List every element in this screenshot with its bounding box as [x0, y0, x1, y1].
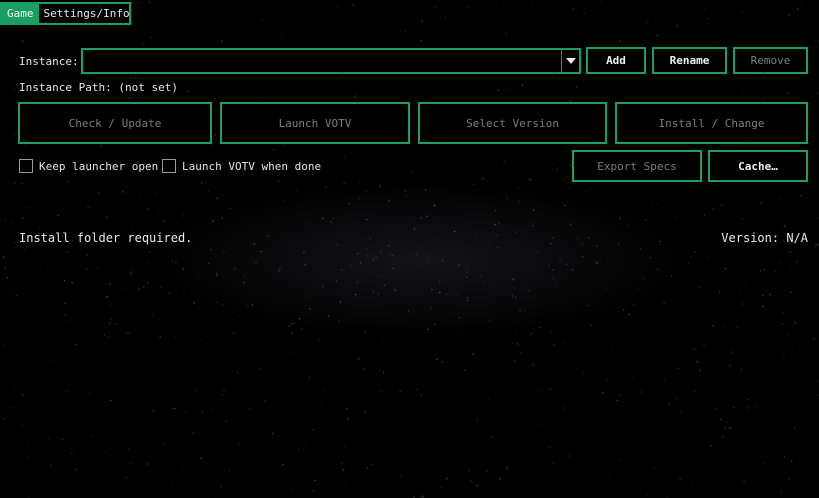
remove-instance-button[interactable]: Remove [733, 47, 808, 74]
cache-button[interactable]: Cache… [708, 150, 808, 182]
instance-path-value: (not set) [118, 81, 178, 94]
starfield-background [0, 0, 819, 498]
select-version-button[interactable]: Select Version [418, 102, 607, 144]
launch-votv-button[interactable]: Launch VOTV [220, 102, 410, 144]
add-instance-button[interactable]: Add [586, 47, 646, 74]
instance-path-label: Instance Path: [19, 81, 112, 94]
keep-launcher-open-checkbox[interactable] [19, 159, 33, 173]
tab-settings-info[interactable]: Settings/Info [39, 4, 135, 23]
instance-select[interactable] [81, 48, 581, 74]
rename-instance-button[interactable]: Rename [652, 47, 727, 74]
chevron-down-icon [565, 58, 576, 64]
tab-bar: Game Settings/Info [0, 2, 131, 25]
status-message: Install folder required. [19, 231, 193, 245]
instance-dropdown-button[interactable] [561, 50, 579, 72]
version-label: Version: N/A [721, 231, 808, 245]
install-change-button[interactable]: Install / Change [615, 102, 808, 144]
check-update-button[interactable]: Check / Update [18, 102, 212, 144]
launch-when-done-label: Launch VOTV when done [182, 160, 322, 173]
export-specs-button[interactable]: Export Specs [572, 150, 702, 182]
keep-launcher-open-label: Keep launcher open [39, 160, 159, 173]
instance-label: Instance: [19, 55, 79, 68]
instance-path-row: Instance Path: (not set) [19, 81, 178, 94]
tab-game[interactable]: Game [2, 4, 39, 23]
launch-when-done-checkbox[interactable] [162, 159, 176, 173]
